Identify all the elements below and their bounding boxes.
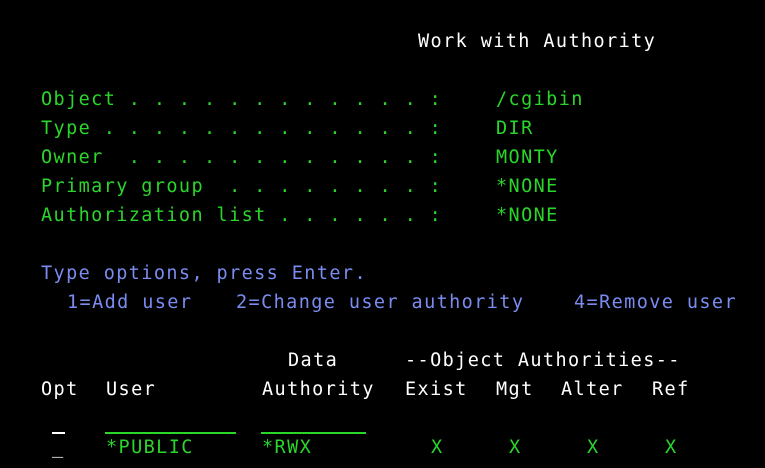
column-ref: Ref: [652, 379, 690, 400]
column-alter: Alter: [561, 379, 624, 400]
row-ref: X: [665, 437, 678, 458]
object-value: /cgibin: [496, 89, 584, 110]
row-authority: *RWX: [262, 437, 313, 458]
row-exist: X: [431, 437, 444, 458]
row-alter: X: [587, 437, 600, 458]
column-user: User: [106, 379, 157, 400]
authorization-list-value: *NONE: [496, 205, 559, 226]
column-exist: Exist: [405, 379, 468, 400]
owner-label: Owner . . . . . . . . . . . . :: [41, 147, 443, 168]
terminal-screen: Work with Authority Object . . . . . . .…: [0, 0, 765, 468]
owner-value: MONTY: [496, 147, 559, 168]
primary-group-label: Primary group . . . . . . . . :: [41, 176, 443, 197]
option-remove-user: 4=Remove user: [574, 292, 737, 313]
row-opt-input[interactable]: _: [52, 437, 65, 459]
header-data: Data: [288, 350, 339, 371]
screen-title: Work with Authority: [418, 31, 657, 52]
object-label: Object . . . . . . . . . . . . :: [41, 89, 443, 110]
new-authority-input[interactable]: [261, 412, 366, 434]
new-user-input[interactable]: [105, 412, 236, 434]
option-change-user-authority: 2=Change user authority: [236, 292, 525, 313]
row-mgt: X: [509, 437, 522, 458]
column-mgt: Mgt: [496, 379, 534, 400]
header-object-authorities: --Object Authorities--: [405, 350, 681, 371]
instructions-prompt: Type options, press Enter.: [41, 263, 367, 284]
column-authority: Authority: [262, 379, 375, 400]
column-opt: Opt: [41, 379, 79, 400]
authorization-list-label: Authorization list . . . . . . :: [41, 205, 443, 226]
option-add-user: 1=Add user: [67, 292, 193, 313]
new-opt-input[interactable]: [52, 432, 65, 434]
type-label: Type . . . . . . . . . . . . . :: [41, 118, 443, 139]
row-user: *PUBLIC: [106, 437, 194, 458]
type-value: DIR: [496, 118, 534, 139]
primary-group-value: *NONE: [496, 176, 559, 197]
